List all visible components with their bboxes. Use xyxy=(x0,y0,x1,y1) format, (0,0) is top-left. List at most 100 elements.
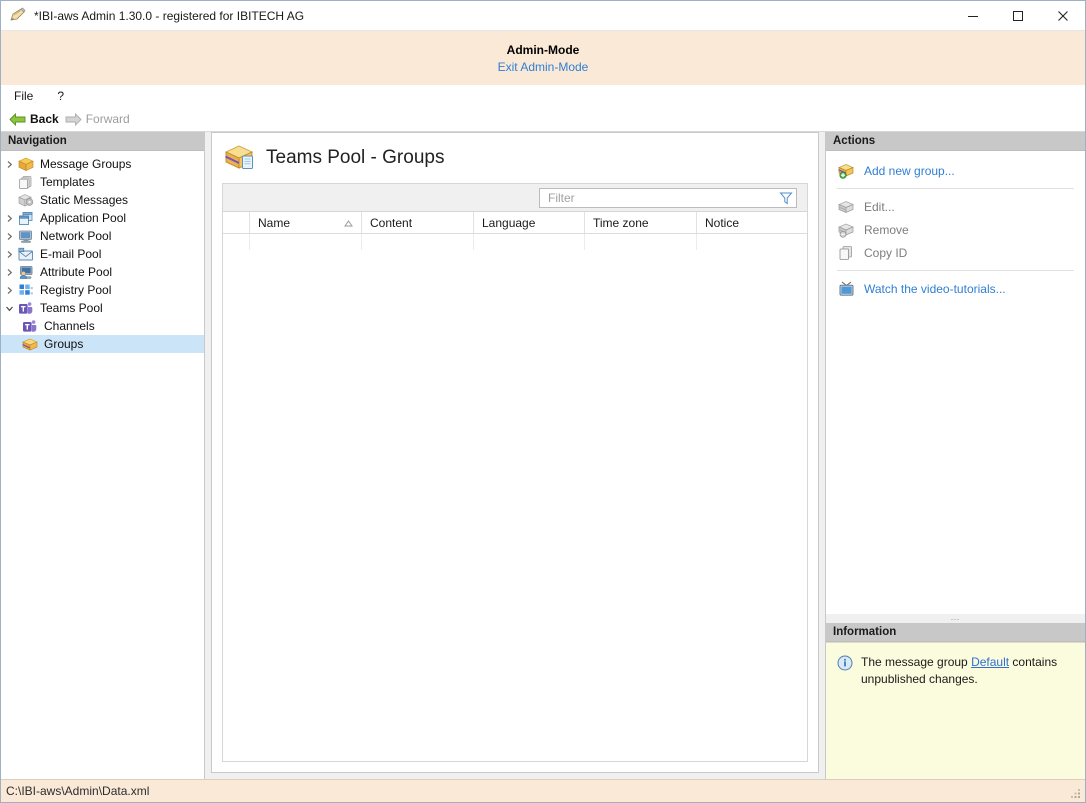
blue-grid-icon xyxy=(17,282,35,298)
admin-mode-title: Admin-Mode xyxy=(507,43,580,57)
tv-icon xyxy=(837,280,855,297)
panel-splitter[interactable]: ⋯ xyxy=(826,614,1085,623)
box-add-icon xyxy=(837,162,855,179)
forward-button[interactable]: Forward xyxy=(65,112,130,127)
close-button[interactable] xyxy=(1040,1,1085,31)
table-header-row: Name Content Language xyxy=(223,212,807,234)
forward-arrow-icon xyxy=(65,112,82,127)
navigation-toolbar: Back Forward xyxy=(1,107,1085,132)
window-controls xyxy=(950,1,1085,31)
info-icon xyxy=(837,655,853,671)
sidebar-item-templates[interactable]: Templates xyxy=(1,173,204,191)
sidebar-item-label: Message Groups xyxy=(40,157,131,171)
navigation-header: Navigation xyxy=(1,132,204,151)
sidebar-item-email-pool[interactable]: E-mail Pool xyxy=(1,245,204,263)
column-label: Name xyxy=(258,216,290,230)
action-remove[interactable]: Remove xyxy=(826,218,1085,241)
actions-header: Actions xyxy=(826,132,1085,151)
back-button[interactable]: Back xyxy=(9,112,59,127)
yellow-box-icon xyxy=(21,336,39,352)
chevron-down-icon[interactable] xyxy=(1,304,17,313)
sidebar-item-label: Application Pool xyxy=(40,211,126,225)
forward-label: Forward xyxy=(86,112,130,126)
right-pane: Actions xyxy=(825,132,1085,779)
grid-col-content[interactable]: Content xyxy=(362,212,474,233)
sidebar-item-label: Static Messages xyxy=(40,193,128,207)
action-label: Remove xyxy=(864,223,909,237)
table-body xyxy=(223,234,807,761)
splitter-dots: ⋯ xyxy=(951,616,961,622)
grid-col-language[interactable]: Language xyxy=(474,212,585,233)
status-bar: C:\IBI-aws\Admin\Data.xml xyxy=(1,779,1085,802)
chevron-right-icon[interactable] xyxy=(1,268,17,277)
information-panel: Information The message group Default co… xyxy=(826,623,1085,779)
user-monitor-icon xyxy=(17,264,35,280)
sidebar-item-message-groups[interactable]: Message Groups xyxy=(1,155,204,173)
box-edit-icon xyxy=(837,198,855,215)
sidebar-item-label: E-mail Pool xyxy=(40,247,101,261)
information-body: The message group Default contains unpub… xyxy=(826,642,1085,779)
grid-col-name[interactable]: Name xyxy=(250,212,362,233)
grid-col-timezone[interactable]: Time zone xyxy=(585,212,697,233)
sidebar-item-network-pool[interactable]: Network Pool xyxy=(1,227,204,245)
action-label: Copy ID xyxy=(864,246,907,260)
sidebar-item-application-pool[interactable]: Application Pool xyxy=(1,209,204,227)
sidebar-item-static-messages[interactable]: Static Messages xyxy=(1,191,204,209)
chevron-right-icon[interactable] xyxy=(1,286,17,295)
navigation-pane: Navigation Message Groups xyxy=(1,132,205,779)
sidebar-item-label: Attribute Pool xyxy=(40,265,112,279)
actions-list: Add new group... Edit... xyxy=(826,151,1085,614)
information-text-before: The message group xyxy=(861,655,971,669)
pen-document-icon xyxy=(8,6,28,26)
chevron-right-icon[interactable] xyxy=(1,232,17,241)
copy-icon xyxy=(837,244,855,261)
chevron-right-icon[interactable] xyxy=(1,250,17,259)
back-label: Back xyxy=(30,112,59,126)
monitor-icon xyxy=(17,228,35,244)
page-title: Teams Pool - Groups xyxy=(266,147,444,169)
filter-box[interactable] xyxy=(539,188,797,208)
search-input[interactable] xyxy=(540,190,776,206)
menu-help[interactable]: ? xyxy=(54,88,67,104)
minimize-button[interactable] xyxy=(950,1,995,31)
sidebar-item-label: Templates xyxy=(40,175,95,189)
information-text: The message group Default contains unpub… xyxy=(861,654,1075,688)
sidebar-item-label: Registry Pool xyxy=(40,283,111,297)
admin-mode-banner: Admin-Mode Exit Admin-Mode xyxy=(1,31,1085,85)
sidebar-item-attribute-pool[interactable]: Attribute Pool xyxy=(1,263,204,281)
action-add-new-group[interactable]: Add new group... xyxy=(826,159,1085,182)
chevron-right-icon[interactable] xyxy=(1,160,17,169)
action-edit[interactable]: Edit... xyxy=(826,195,1085,218)
grey-gear-box-icon xyxy=(17,192,35,208)
grid-col-notice[interactable]: Notice xyxy=(697,212,807,233)
sidebar-item-label: Channels xyxy=(44,319,95,333)
content-area: Teams Pool - Groups xyxy=(205,132,825,779)
envelope-icon xyxy=(17,246,35,262)
action-copy-id[interactable]: Copy ID xyxy=(826,241,1085,264)
sidebar-item-label: Groups xyxy=(44,337,83,351)
funnel-icon[interactable] xyxy=(776,191,796,205)
maximize-button[interactable] xyxy=(995,1,1040,31)
column-label: Content xyxy=(370,216,412,230)
menu-file[interactable]: File xyxy=(11,88,36,104)
chevron-right-icon[interactable] xyxy=(1,214,17,223)
groups-table: Name Content Language xyxy=(222,211,808,762)
action-label: Add new group... xyxy=(864,164,955,178)
column-label: Time zone xyxy=(593,216,649,230)
sidebar-item-channels[interactable]: Channels xyxy=(1,317,204,335)
resize-grip-icon[interactable] xyxy=(1069,787,1082,800)
blue-windows-icon xyxy=(17,210,35,226)
sidebar-item-groups[interactable]: Groups xyxy=(1,335,204,353)
exit-admin-mode-link[interactable]: Exit Admin-Mode xyxy=(498,60,589,74)
teams-icon xyxy=(17,300,35,316)
action-watch-video-tutorials[interactable]: Watch the video-tutorials... xyxy=(826,277,1085,300)
information-header: Information xyxy=(826,623,1085,642)
default-message-group-link[interactable]: Default xyxy=(971,655,1009,669)
main-body: Navigation Message Groups xyxy=(1,132,1085,779)
sort-ascending-icon xyxy=(344,216,353,230)
actions-divider xyxy=(837,188,1074,189)
sidebar-item-teams-pool[interactable]: Teams Pool xyxy=(1,299,204,317)
yellow-box-icon xyxy=(17,156,35,172)
sidebar-item-registry-pool[interactable]: Registry Pool xyxy=(1,281,204,299)
grid-col-select[interactable] xyxy=(223,212,250,233)
